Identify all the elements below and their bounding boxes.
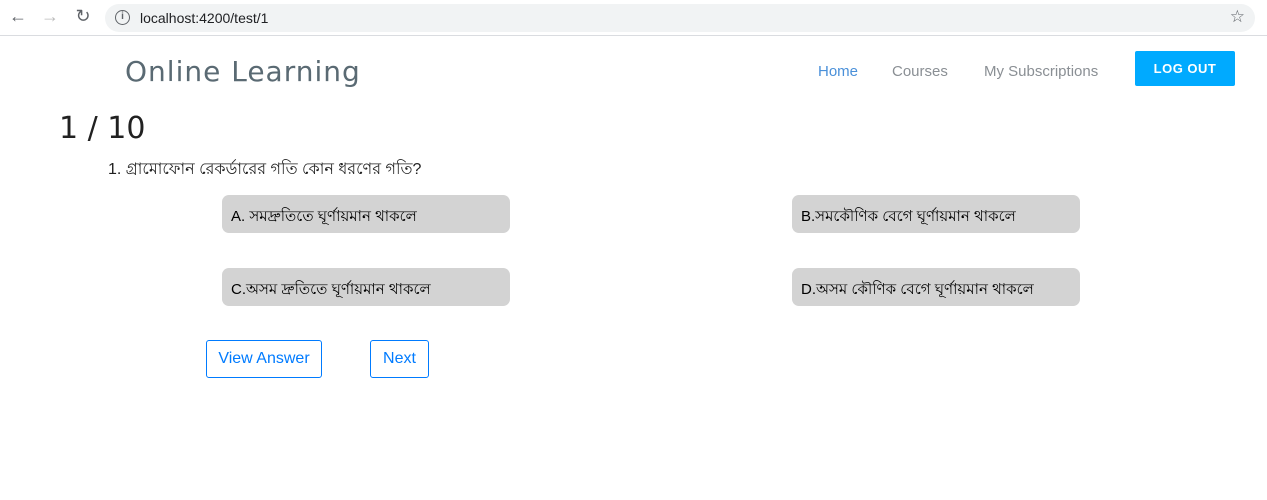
reload-icon[interactable]: ↻: [71, 6, 95, 27]
option-d[interactable]: D.অসম কৌণিক বেগে ঘূর্ণায়মান থাকলে: [792, 268, 1080, 306]
next-button[interactable]: Next: [370, 340, 429, 378]
option-c[interactable]: C.অসম দ্রুতিতে ঘূর্ণায়মান থাকলে: [222, 268, 510, 306]
info-icon[interactable]: i: [115, 10, 130, 25]
address-bar[interactable]: i localhost:4200/test/1 ☆: [105, 4, 1255, 32]
browser-toolbar: ← → ↻ i localhost:4200/test/1 ☆: [0, 0, 1267, 36]
forward-icon[interactable]: →: [38, 6, 62, 27]
view-answer-button[interactable]: View Answer: [206, 340, 322, 378]
nav-my-subscriptions[interactable]: My Subscriptions: [984, 63, 1098, 80]
question-progress: 1 / 10: [59, 111, 146, 146]
option-a[interactable]: A. সমদ্রুতিতে ঘূর্ণায়মান থাকলে: [222, 195, 510, 233]
logout-button[interactable]: LOG OUT: [1135, 51, 1235, 86]
nav-courses[interactable]: Courses: [892, 63, 948, 80]
option-b[interactable]: B.সমকৌণিক বেগে ঘূর্ণায়মান থাকলে: [792, 195, 1080, 233]
url-text[interactable]: localhost:4200/test/1: [140, 10, 268, 26]
back-icon[interactable]: ←: [6, 6, 30, 27]
question-text: 1. গ্রামোফোন রেকর্ডারের গতি কোন ধরণের গত…: [108, 161, 422, 178]
brand-title[interactable]: Online Learning: [125, 55, 361, 88]
star-icon[interactable]: ☆: [1230, 7, 1245, 27]
nav-home[interactable]: Home: [818, 63, 858, 80]
